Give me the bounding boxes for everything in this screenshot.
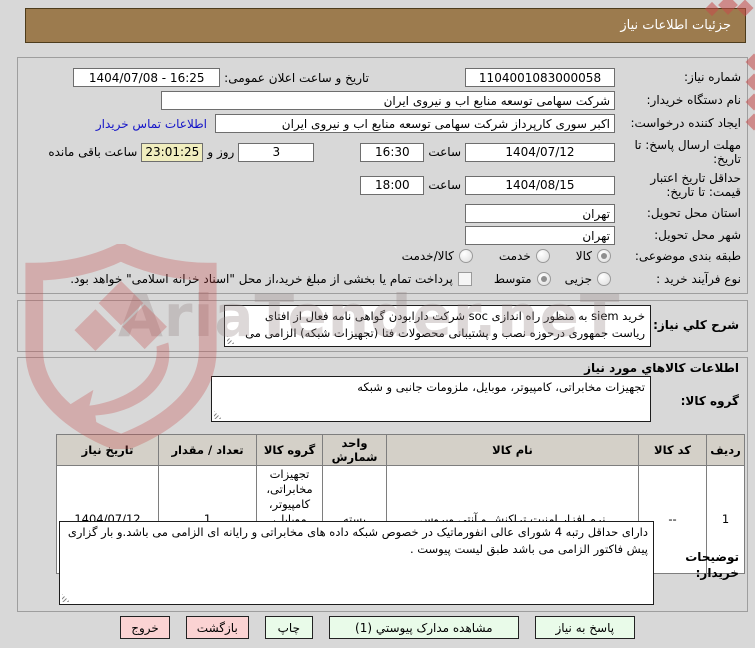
treasury-checkbox-option[interactable]: پرداخت تمام یا بخشی از مبلغ خرید،از محل … (70, 272, 472, 287)
col-row-no: ردیف (706, 434, 745, 466)
col-code: کد کالا (638, 434, 707, 466)
option-label: متوسط (493, 272, 532, 287)
respond-to-need-button[interactable]: پاسخ به نیاز (534, 616, 635, 639)
general-desc-text: خرید siem به منظور راه اندازی soc شرکت د… (245, 309, 645, 346)
buyer-notes-box[interactable]: دارای حداقل رتبه 4 شورای عالی انفورماتیک… (59, 521, 654, 605)
radio-icon[interactable] (535, 249, 550, 264)
city-label: شهر محل تحویل: (654, 228, 741, 243)
option-label: جزیی (564, 272, 592, 287)
checkbox-icon[interactable] (457, 272, 472, 287)
general-desc-label: شرح کلي نیاز: (653, 318, 739, 332)
subject-class-option-service[interactable]: خدمت (498, 249, 550, 264)
option-label: کالا (575, 249, 592, 264)
radio-icon[interactable] (597, 249, 611, 264)
col-need-date: تاریخ نیاز (56, 434, 159, 466)
col-name: نام کالا (386, 434, 639, 466)
exit-button[interactable]: خروج (120, 616, 170, 639)
need-info-group: شماره نیاز: 1104001083000058 تاریخ و ساع… (17, 57, 748, 294)
option-label: خدمت (498, 249, 531, 264)
row-creator: ایجاد کننده درخواست: اکبر سوری کارپرداز … (24, 114, 741, 133)
subject-class-label: طبقه بندی موضوعی: (634, 249, 741, 263)
announce-datetime-field[interactable]: 1404/07/08 - 16:25 (73, 68, 221, 87)
buyer-notes-text: دارای حداقل رتبه 4 شورای عالی انفورماتیک… (67, 525, 648, 557)
resize-handle-icon[interactable] (227, 336, 235, 344)
view-attached-docs-button[interactable]: مشاهده مدارک پیوستي (1) (328, 616, 519, 639)
goods-info-group: اطلاعات کالاهاي مورد نیاز گروه کالا: تجه… (17, 357, 748, 612)
row-province: استان محل تحویل: تهران (24, 204, 741, 223)
row-buyer-org: نام دستگاه خریدار: شرکت سهامی توسعه مناب… (24, 91, 741, 110)
radio-icon[interactable] (458, 249, 473, 264)
validity-hour-label: ساعت (428, 178, 461, 193)
remaining-countdown-field: 23:01:25 (141, 142, 204, 162)
print-button[interactable]: چاپ (264, 616, 313, 639)
buyer-org-label: نام دستگاه خریدار: (646, 93, 742, 108)
city-field[interactable]: تهران (465, 226, 615, 245)
deadline-label: مهلت ارسال پاسخ: تا تاریخ: (634, 138, 741, 167)
deadline-time-field[interactable]: 16:30 (360, 142, 425, 162)
remaining-days-field: 3 (238, 142, 315, 162)
remaining-tail-label: ساعت باقی مانده (48, 145, 138, 160)
process-type-option-minor[interactable]: جزیی (564, 272, 611, 287)
radio-icon[interactable] (536, 272, 551, 287)
goods-table-header-row: ردیف کد کالا نام کالا واحد شمارش گروه کا… (56, 434, 745, 466)
goods-group-box[interactable]: تجهیزات مخابراتی، کامپیوتر، موبایل، ملزو… (211, 376, 651, 422)
buyer-notes-label: توضیحات خریدار: (685, 550, 739, 580)
radio-icon[interactable] (597, 272, 611, 287)
validity-time-field[interactable]: 18:00 (360, 175, 425, 195)
goods-group-text: تجهیزات مخابراتی، کامپیوتر، موبایل، ملزو… (357, 380, 645, 394)
announce-datetime-label: تاریخ و ساعت اعلان عمومی: (224, 70, 369, 85)
buyer-org-field[interactable]: شرکت سهامی توسعه منابع اب و نیروی ایران (161, 91, 615, 110)
col-unit: واحد شمارش (322, 434, 387, 466)
general-desc-group: شرح کلي نیاز: خرید siem به منظور راه اند… (17, 300, 748, 352)
row-deadline: مهلت ارسال پاسخ: تا تاریخ: 1404/07/12 سا… (24, 138, 741, 167)
need-number-label: شماره نیاز: (684, 70, 741, 85)
subject-class-option-goods[interactable]: کالا (575, 249, 611, 264)
col-qty: تعداد / مقدار (158, 434, 257, 466)
deadline-hour-label: ساعت (428, 145, 461, 160)
row-subject-class: طبقه بندی موضوعی: کالا خدمت کالا/خدمت (24, 249, 741, 264)
goods-section-title: اطلاعات کالاهاي مورد نیاز (584, 361, 739, 375)
row-process-type: نوع فرآیند خرید : جزیی متوسط پرداخت تمام… (24, 272, 741, 287)
treasury-checkbox-label: پرداخت تمام یا بخشی از مبلغ خرید،از محل … (70, 272, 453, 287)
province-field[interactable]: تهران (465, 204, 615, 223)
resize-handle-icon[interactable] (62, 594, 70, 602)
resize-handle-icon[interactable] (214, 411, 222, 419)
deadline-date-field[interactable]: 1404/07/12 (465, 142, 615, 162)
buyer-contact-link[interactable]: اطلاعات تماس خریدار (96, 117, 207, 131)
need-number-field[interactable]: 1104001083000058 (465, 68, 615, 87)
row-need-number: شماره نیاز: 1104001083000058 تاریخ و ساع… (24, 68, 741, 87)
validity-date-field[interactable]: 1404/08/15 (465, 175, 615, 195)
subject-class-option-goods-service[interactable]: کالا/خدمت (401, 249, 473, 264)
col-group: گروه کالا (256, 434, 323, 466)
validity-label: حداقل تاریخ اعتبار قیمت: تا تاریخ: (650, 171, 741, 200)
remaining-days-label: روز و (207, 145, 235, 160)
row-city: شهر محل تحویل: تهران (24, 226, 741, 245)
back-button[interactable]: بازگشت (185, 616, 249, 639)
creator-label: ایجاد کننده درخواست: (630, 116, 741, 131)
creator-field[interactable]: اکبر سوری کارپرداز شرکت سهامی توسعه مناب… (215, 114, 615, 133)
row-validity: حداقل تاریخ اعتبار قیمت: تا تاریخ: 1404/… (24, 171, 741, 200)
process-type-label: نوع فرآیند خرید : (656, 272, 741, 286)
process-type-option-medium[interactable]: متوسط (493, 272, 551, 287)
option-label: کالا/خدمت (401, 249, 454, 264)
page-title: جزئیات اطلاعات نیاز (620, 18, 731, 33)
action-button-row: پاسخ به نیاز مشاهده مدارک پیوستي (1) چاپ… (0, 616, 755, 639)
province-label: استان محل تحویل: (646, 206, 741, 221)
page-title-bar: جزئیات اطلاعات نیاز (25, 8, 746, 43)
general-desc-box[interactable]: خرید siem به منظور راه اندازی soc شرکت د… (224, 305, 651, 347)
goods-group-label: گروه کالا: (680, 394, 739, 408)
